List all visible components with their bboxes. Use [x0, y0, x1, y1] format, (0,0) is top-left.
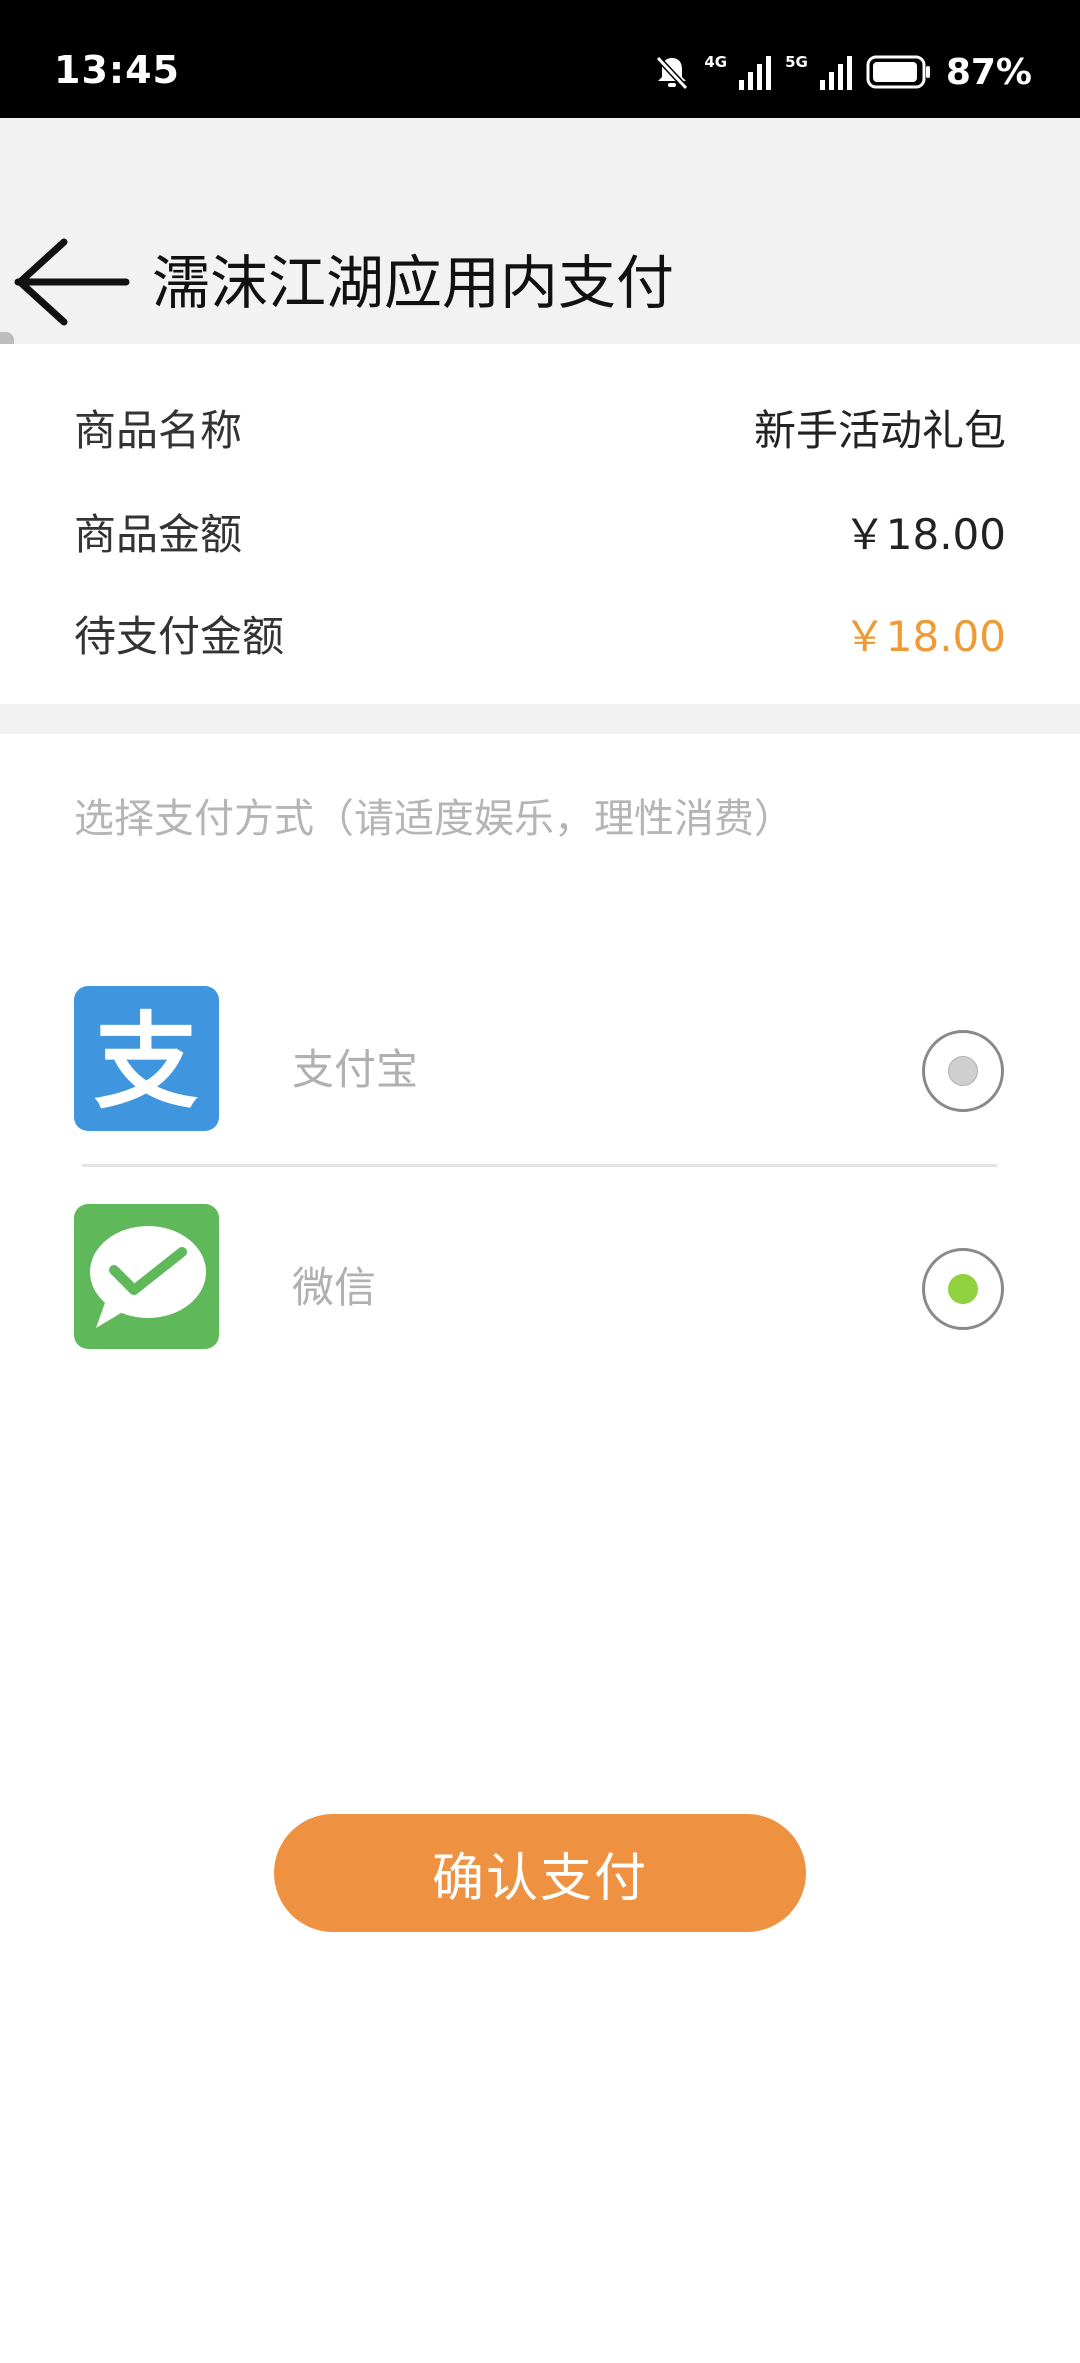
wechat-radio[interactable]	[922, 1248, 1004, 1330]
network-label-4g: 4G	[704, 52, 728, 71]
wechat-label: 微信	[292, 1263, 377, 1312]
signal-5g-icon	[819, 56, 852, 90]
due-amount-value: ￥18.00	[843, 611, 1006, 661]
alipay-radio-dot	[948, 1056, 978, 1086]
battery-percent: 87%	[945, 51, 1032, 93]
payment-option-separator	[82, 1164, 997, 1167]
due-amount-label: 待支付金额	[74, 611, 285, 661]
confirm-payment-button[interactable]: 确认支付	[274, 1814, 806, 1932]
status-bar: 13:45 4G 5G 87%	[0, 0, 1080, 118]
network-label-5g: 5G	[785, 52, 808, 71]
battery-icon	[866, 55, 930, 89]
alipay-logo-glyph: 支	[94, 1001, 198, 1123]
payment-method-hint: 选择支付方式（请适度娱乐，理性消费）	[74, 796, 794, 842]
back-button[interactable]	[0, 222, 140, 342]
alipay-radio[interactable]	[922, 1030, 1004, 1112]
alipay-icon: 支	[74, 986, 219, 1131]
product-name-value: 新手活动礼包	[753, 405, 1006, 455]
arrow-left-icon	[14, 238, 130, 326]
wechat-radio-dot	[948, 1274, 978, 1304]
order-row-product-name: 商品名称 新手活动礼包	[74, 392, 1006, 462]
status-icons: 4G 5G 87%	[652, 50, 1032, 94]
wechat-icon	[74, 1204, 219, 1349]
signal-4g-icon	[739, 56, 772, 90]
order-row-product-amount: 商品金额 ￥18.00	[74, 496, 1006, 566]
alipay-label: 支付宝	[292, 1045, 419, 1094]
product-amount-value: ￥18.00	[843, 509, 1006, 559]
payment-option-wechat[interactable]: 微信	[74, 1204, 1004, 1354]
section-divider	[0, 704, 1080, 734]
order-info-panel: 商品名称 新手活动礼包 商品金额 ￥18.00 待支付金额 ￥18.00	[0, 344, 1080, 704]
page-title: 濡沫江湖应用内支付	[152, 249, 675, 317]
status-time: 13:45	[54, 48, 180, 92]
bell-muted-icon	[656, 55, 689, 91]
product-name-label: 商品名称	[74, 405, 243, 455]
payment-option-alipay[interactable]: 支 支付宝	[74, 986, 1004, 1136]
product-amount-label: 商品金额	[74, 509, 243, 559]
order-row-due-amount: 待支付金额 ￥18.00	[74, 598, 1006, 668]
